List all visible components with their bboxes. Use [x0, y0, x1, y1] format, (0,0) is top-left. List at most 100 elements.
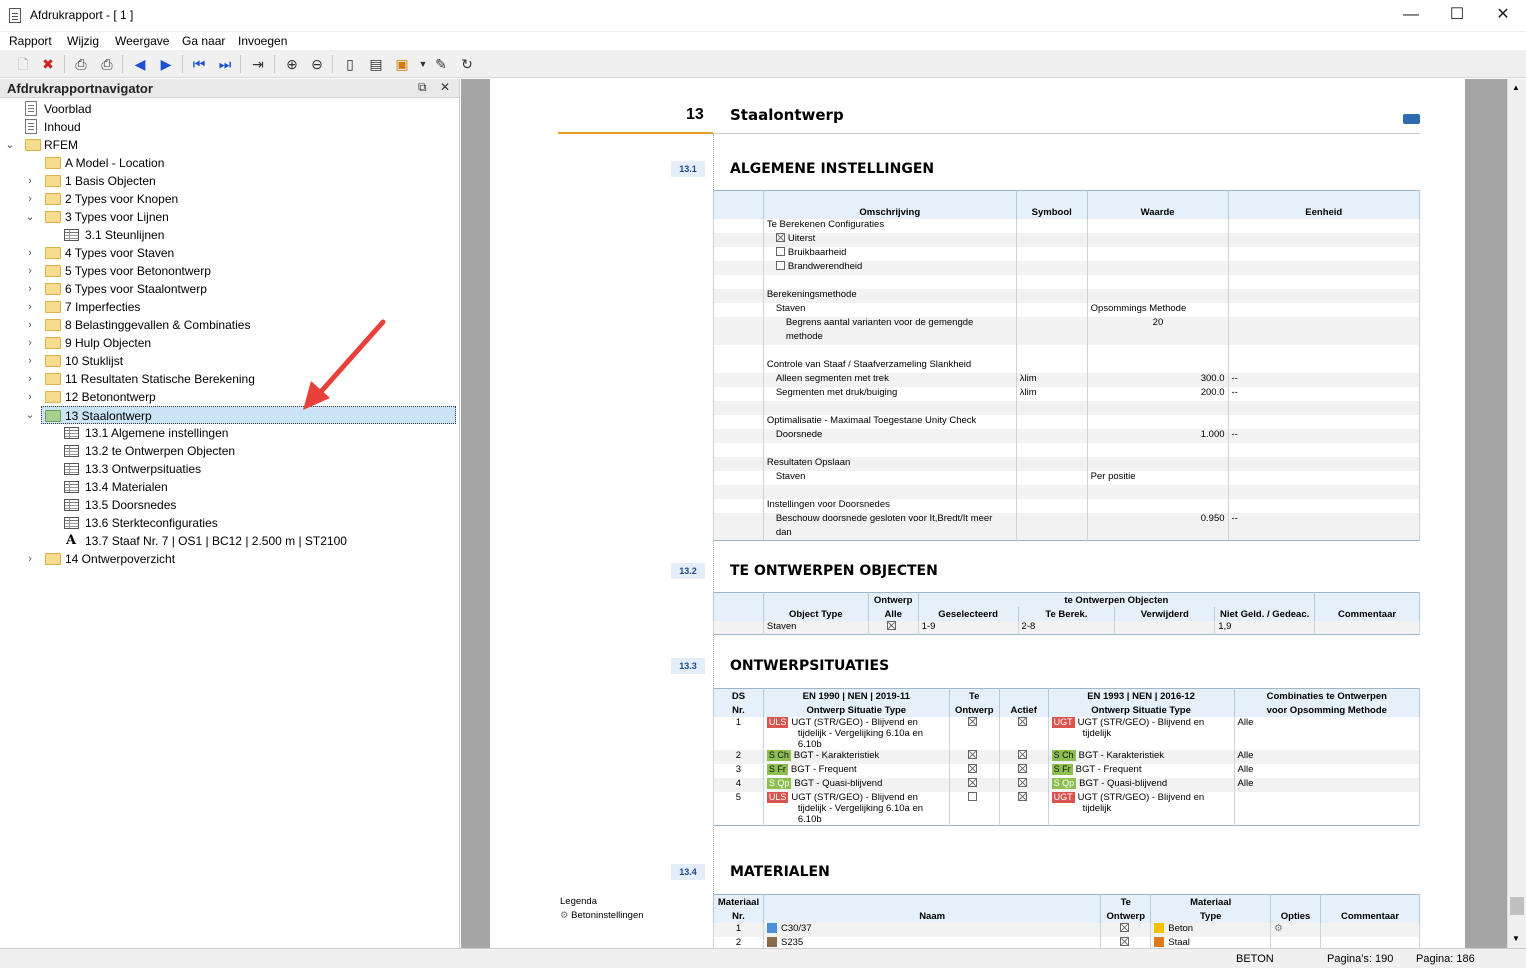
- design-situations-table: DS EN 1990 | NEN | 2019-11 Te EN 1993 | NEN…: [713, 688, 1421, 826]
- design-situation-row: 1 ULS UGT (STR/GEO) - Blijvend en tijdelij…: [713, 716, 1421, 750]
- folder-icon: [45, 283, 61, 295]
- menu-wijzig[interactable]: Wijzig: [67, 34, 99, 48]
- menu-invoegen[interactable]: Invoegen: [238, 34, 287, 48]
- folder-icon: [45, 265, 61, 277]
- pin-icon[interactable]: ⧉: [418, 80, 427, 95]
- checkbox-checked: [968, 764, 978, 774]
- export-icon[interactable]: ▣: [393, 55, 411, 73]
- chevron-right-icon[interactable]: ›: [25, 352, 35, 370]
- minimize-button[interactable]: —: [1388, 0, 1434, 32]
- print-setup-icon[interactable]: ⎙: [98, 55, 116, 73]
- folder-icon: [45, 193, 61, 205]
- section-13-1-title: ALGEMENE INSTELLINGEN: [730, 161, 935, 177]
- general-settings-table: Omschrijving Symbool Waarde Eenheid Te Bere…: [713, 190, 1421, 541]
- scroll-thumb[interactable]: [1510, 897, 1524, 915]
- material-row: 1 C30/37 Beton ⚙: [713, 922, 1420, 937]
- section-13-4-title: MATERIALEN: [730, 864, 830, 880]
- gear-icon: ⚙: [1274, 922, 1283, 934]
- folder-icon: [45, 391, 61, 403]
- checkbox-unchecked: [775, 261, 785, 271]
- print-icon[interactable]: ⎙: [72, 55, 90, 73]
- zoom-in-icon[interactable]: ⊕: [283, 55, 301, 73]
- tree-item-13-selected[interactable]: 13 Staalontwerp: [41, 406, 456, 424]
- previous-page-icon[interactable]: ◀: [131, 55, 149, 73]
- table-icon: [64, 229, 79, 241]
- status-bar: BETON Pagina's: 190 Pagina: 186: [0, 948, 1526, 968]
- folder-icon: [45, 319, 61, 331]
- scroll-down-icon[interactable]: ▼: [1512, 934, 1520, 943]
- menu-bar: Rapport Wijzig Weergave Ga naar Invoegen: [0, 32, 1526, 50]
- navigator-close-icon[interactable]: ✕: [440, 80, 450, 94]
- chevron-down-icon[interactable]: ⌄: [25, 208, 35, 226]
- maximize-button[interactable]: ☐: [1434, 0, 1480, 32]
- status-section: BETON: [1236, 953, 1274, 965]
- last-page-icon[interactable]: ⏭: [216, 55, 234, 73]
- folder-icon: [45, 175, 61, 187]
- chevron-right-icon[interactable]: ›: [25, 550, 35, 568]
- folder-icon: [25, 139, 41, 151]
- next-page-icon[interactable]: ▶: [157, 55, 175, 73]
- design-situation-row: 2 S Ch BGT - Karakteristiek S Ch BGT - Kar…: [713, 749, 1421, 764]
- section-13-1-number: 13.1: [671, 161, 705, 177]
- vertical-scrollbar[interactable]: ▲ ▼: [1507, 79, 1526, 948]
- chevron-down-icon[interactable]: ⌄: [25, 406, 35, 424]
- chevron-right-icon[interactable]: ›: [25, 172, 35, 190]
- design-situation-row: 5 ULS UGT (STR/GEO) - Blijvend en tijdelij…: [713, 791, 1421, 825]
- status-current-page: Pagina: 186: [1416, 953, 1475, 965]
- first-page-icon[interactable]: ⏮: [190, 55, 208, 73]
- chevron-right-icon[interactable]: ›: [25, 388, 35, 406]
- checkbox-checked: [1017, 792, 1027, 802]
- gear-icon: ⚙: [560, 910, 569, 921]
- page-view-icon[interactable]: ▯: [341, 55, 359, 73]
- menu-rapport[interactable]: Rapport: [9, 34, 52, 48]
- new-report-icon[interactable]: 🗋: [14, 55, 32, 73]
- menu-weergave[interactable]: Weergave: [115, 34, 169, 48]
- section-13-3-number: 13.3: [671, 658, 705, 674]
- close-button[interactable]: ✕: [1480, 0, 1526, 32]
- export-dropdown-icon[interactable]: ▼: [414, 55, 432, 73]
- chevron-right-icon[interactable]: ›: [25, 334, 35, 352]
- materials-table: Materiaal Te Materiaal Nr. Naam Ontwerp Type O…: [713, 894, 1420, 951]
- folder-icon: [45, 410, 61, 422]
- material-type-swatch: [1154, 936, 1165, 947]
- folder-icon: [45, 553, 61, 565]
- table-icon: [64, 445, 79, 457]
- table-icon: [64, 481, 79, 493]
- chapter-title: Staalontwerp: [730, 106, 844, 124]
- zoom-out-icon[interactable]: ⊖: [308, 55, 326, 73]
- design-objects-table: Ontwerp te Ontwerpen Objecten Object Type…: [713, 592, 1420, 635]
- chevron-right-icon[interactable]: ›: [25, 316, 35, 334]
- checkbox-checked: [968, 778, 978, 788]
- checkbox-checked: [887, 621, 897, 631]
- checkbox-checked: [1017, 778, 1027, 788]
- status-page-count: Pagina's: 190: [1327, 953, 1394, 965]
- section-13-2-title: TE ONTWERPEN OBJECTEN: [730, 563, 938, 579]
- refresh-icon[interactable]: ↻: [458, 55, 476, 73]
- chevron-right-icon[interactable]: ›: [25, 298, 35, 316]
- edit-page-icon[interactable]: ✎: [432, 55, 450, 73]
- chevron-right-icon[interactable]: ›: [25, 280, 35, 298]
- legend-title: Legenda: [560, 896, 597, 907]
- delete-report-icon[interactable]: ✖: [39, 55, 57, 73]
- page-icon: [25, 101, 37, 116]
- folder-icon: [45, 211, 61, 223]
- table-settings-icon[interactable]: ▤: [367, 55, 385, 73]
- section-13-2-number: 13.2: [671, 563, 705, 579]
- section-13-3-title: ONTWERPSITUATIES: [730, 658, 890, 674]
- window-title: Afdrukrapport - [ 1 ]: [30, 8, 134, 22]
- folder-icon: [45, 301, 61, 313]
- chevron-right-icon[interactable]: ›: [25, 244, 35, 262]
- chevron-down-icon[interactable]: ⌄: [5, 136, 15, 154]
- chevron-right-icon[interactable]: ›: [25, 262, 35, 280]
- chevron-right-icon[interactable]: ›: [25, 190, 35, 208]
- book-icon[interactable]: [1403, 114, 1420, 124]
- scroll-up-icon[interactable]: ▲: [1512, 83, 1520, 92]
- menu-ga-naar[interactable]: Ga naar: [182, 34, 225, 48]
- go-to-page-icon[interactable]: ⇥: [249, 55, 267, 73]
- material-color-swatch: [766, 922, 777, 933]
- folder-icon: [45, 355, 61, 367]
- checkbox-checked: [968, 750, 978, 760]
- table-icon: [64, 427, 79, 439]
- toolbar: 🗋 ✖ ⎙ ⎙ ◀ ▶ ⏮ ⏭ ⇥ ⊕ ⊖ ▯ ▤ ▣ ▼ ✎ ↻: [0, 50, 1526, 78]
- chevron-right-icon[interactable]: ›: [25, 370, 35, 388]
